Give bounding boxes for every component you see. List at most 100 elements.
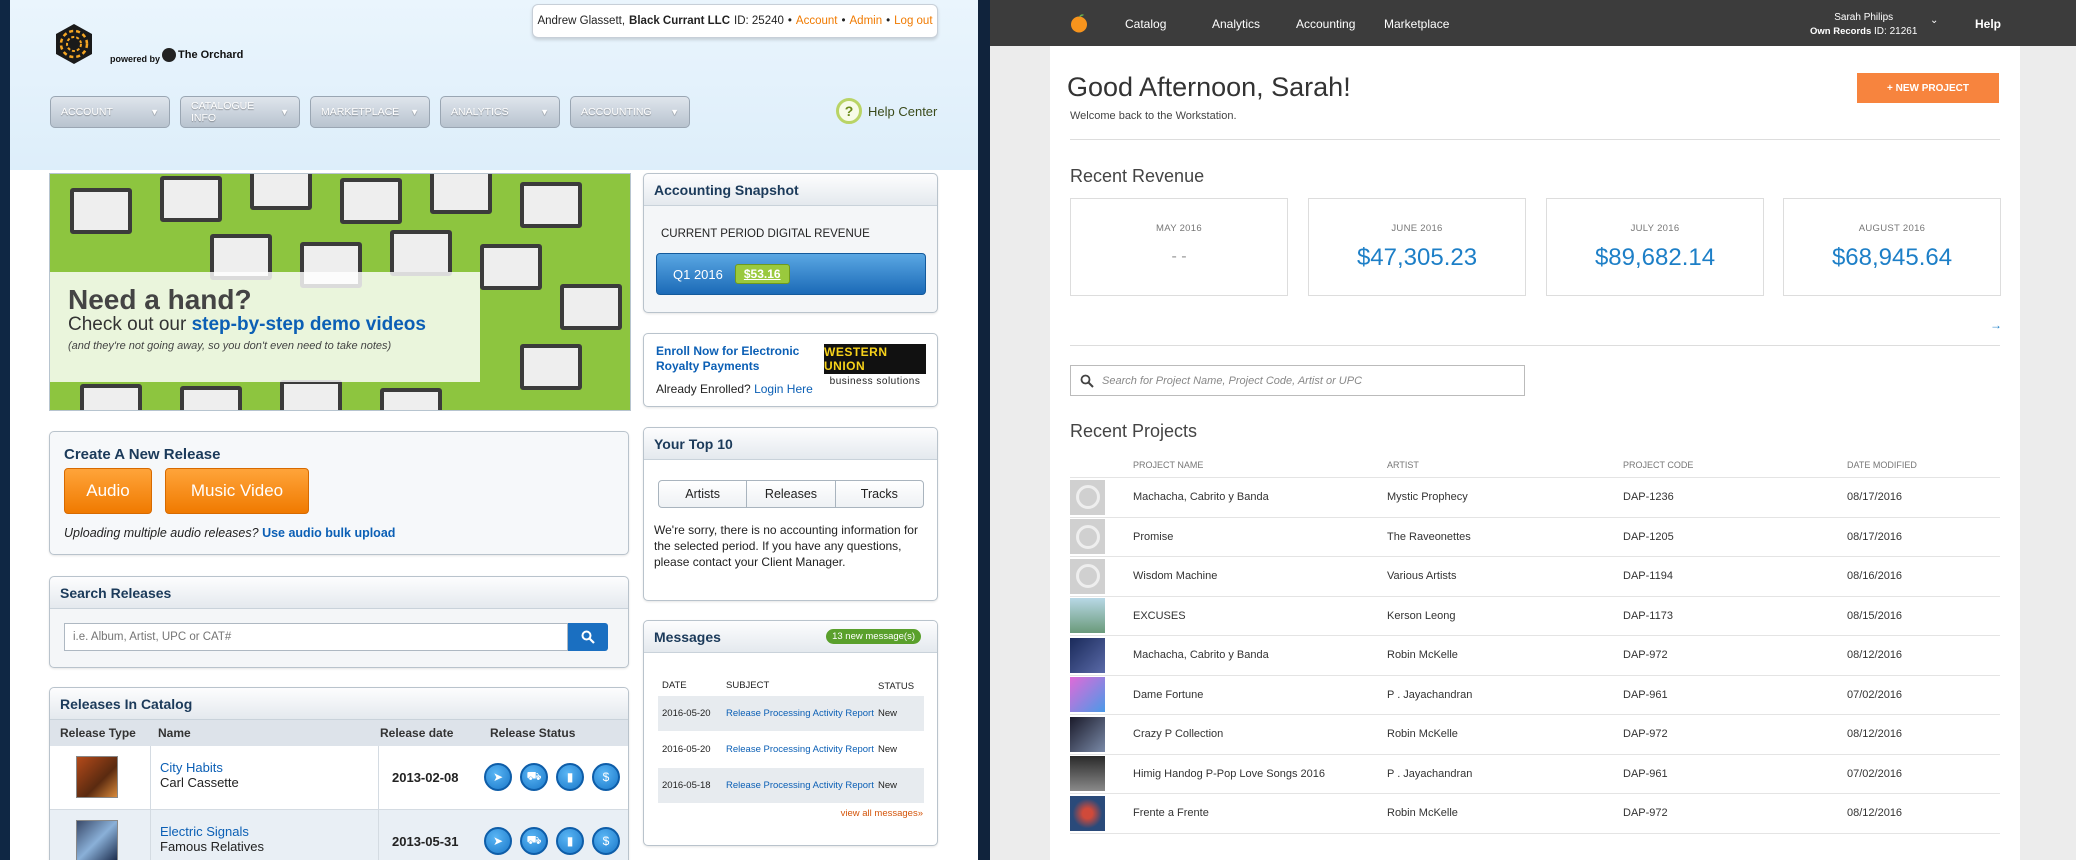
nav-analytics[interactable]: ANALYTICS ▼ — [440, 96, 560, 128]
nav-accounting[interactable]: ACCOUNTING ▼ — [570, 96, 690, 128]
account-name: Sarah Philips — [1834, 12, 1894, 23]
projects-header: PROJECT NAME ARTIST PROJECT CODE DATE MO… — [1070, 452, 2000, 478]
view-all-messages-link[interactable]: view all messages» — [841, 808, 923, 819]
message-subject-link[interactable]: Release Processing Activity Report — [726, 708, 878, 720]
new-project-button[interactable]: + NEW PROJECT — [1857, 73, 1999, 103]
nav-analytics[interactable]: Analytics — [1212, 17, 1260, 31]
col-date-modified[interactable]: DATE MODIFIED — [1847, 460, 1997, 470]
admin-link[interactable]: Admin — [850, 15, 883, 27]
delivery-icon[interactable]: ➤ — [484, 763, 512, 791]
table-row[interactable]: Promise The Raveonettes DAP-1205 08/17/2016 — [1070, 518, 2000, 557]
delivery-icon[interactable]: ➤ — [484, 827, 512, 855]
revenue-value: - - — [1171, 248, 1187, 265]
revenue-icon[interactable]: $ — [592, 763, 620, 791]
revenue-card[interactable]: MAY 2016 - - — [1070, 198, 1288, 296]
music-video-button[interactable]: Music Video — [165, 468, 309, 514]
message-row[interactable]: 2016-05-18 Release Processing Activity R… — [658, 767, 924, 803]
nav-account[interactable]: ACCOUNT ▼ — [50, 96, 170, 128]
release-title-link[interactable]: City Habits — [160, 760, 223, 775]
help-center-link[interactable]: ? Help Center — [836, 98, 937, 124]
login-here-link[interactable]: Login Here — [754, 382, 813, 396]
project-date: 08/15/2016 — [1847, 609, 1903, 622]
message-subject-link[interactable]: Release Processing Activity Report — [726, 744, 878, 756]
project-search-input[interactable]: Search for Project Name, Project Code, A… — [1070, 365, 1525, 396]
demo-videos-banner[interactable]: Need a hand? Check out our step-by-step … — [49, 173, 631, 411]
window-graphic — [380, 388, 442, 410]
tab-artists[interactable]: Artists — [659, 481, 748, 507]
analytics-icon[interactable]: ▮ — [556, 763, 584, 791]
revenue-card[interactable]: JUNE 2016 $47,305.23 — [1308, 198, 1526, 296]
nav-accounting[interactable]: Accounting — [1296, 17, 1355, 31]
table-row[interactable]: Machacha, Cabrito y Banda Robin McKelle DA… — [1070, 636, 2000, 676]
message-row[interactable]: 2016-05-20 Release Processing Activity R… — [658, 695, 924, 731]
truck-icon[interactable]: ⛟ — [520, 827, 548, 855]
enroll-link[interactable]: Enroll Now for Electronic Royalty Paymen… — [656, 344, 816, 374]
user-name: Andrew Glassett, — [537, 15, 626, 27]
message-status: New — [878, 708, 898, 719]
revenue-card[interactable]: AUGUST 2016 $68,945.64 — [1783, 198, 2001, 296]
orange-logo-icon[interactable] — [1070, 13, 1088, 33]
table-row[interactable]: EXCUSES Kerson Leong DAP-1173 08/15/2016 — [1070, 597, 2000, 636]
table-row[interactable]: Electric Signals Famous Relatives 2013-0… — [50, 810, 628, 860]
nav-label: CATALOGUE INFO — [191, 100, 255, 124]
col-date: DATE — [662, 680, 687, 691]
table-row[interactable]: Crazy P Collection Robin McKelle DAP-972 08… — [1070, 715, 2000, 755]
top10-panel: Your Top 10 Artists Releases Tracks We'r… — [643, 427, 938, 601]
nav-catalogue-info[interactable]: CATALOGUE INFO ▼ — [180, 96, 300, 128]
cell-divider — [150, 746, 151, 810]
cell-divider — [378, 746, 379, 810]
window-graphic — [520, 182, 582, 228]
project-artwork — [1070, 479, 1105, 515]
revenue-amount[interactable]: $53.16 — [734, 264, 790, 284]
revenue-bar[interactable]: Q1 2016 $53.16 — [656, 253, 926, 295]
release-search-button[interactable] — [568, 623, 608, 651]
nav-marketplace[interactable]: Marketplace — [1384, 17, 1449, 31]
arrow-right-icon[interactable]: → — [1990, 318, 2002, 332]
account-switcher[interactable]: Sarah Philips Own Records ID: 21261 — [1810, 11, 1917, 39]
analytics-icon[interactable]: ▮ — [556, 827, 584, 855]
nav-catalog[interactable]: Catalog — [1125, 17, 1166, 31]
revenue-card[interactable]: JULY 2016 $89,682.14 — [1546, 198, 1764, 296]
project-code: DAP-1173 — [1623, 609, 1673, 622]
project-artwork — [1070, 558, 1105, 594]
message-date: 2016-05-20 — [662, 743, 711, 755]
divider — [1070, 345, 2000, 346]
banner-heading: Need a hand? — [68, 284, 252, 315]
col-artist[interactable]: ARTIST — [1387, 460, 1623, 470]
account-link[interactable]: Account — [796, 15, 838, 27]
bulk-upload-link[interactable]: Use audio bulk upload — [262, 526, 395, 540]
message-subject-link[interactable]: Release Processing Activity Report — [726, 780, 878, 792]
table-row[interactable]: Wisdom Machine Various Artists DAP-1194 08/… — [1070, 557, 2000, 597]
table-row[interactable]: Dame Fortune P . Jayachandran DAP-961 07/02… — [1070, 676, 2000, 715]
project-artwork — [1070, 716, 1105, 752]
col-project-code[interactable]: PROJECT CODE — [1623, 460, 1847, 470]
demo-videos-link[interactable]: step-by-step demo videos — [192, 314, 426, 335]
col-project-name[interactable]: PROJECT NAME — [1133, 460, 1387, 470]
tab-tracks[interactable]: Tracks — [836, 481, 923, 507]
help-link[interactable]: Help — [1975, 17, 2001, 31]
message-date: 2016-05-20 — [662, 707, 711, 719]
table-row[interactable]: City Habits Carl Cassette 2013-02-08 ➤ ⛟… — [50, 746, 628, 810]
window-graphic — [520, 344, 582, 390]
table-row[interactable]: Frente a Frente Robin McKelle DAP-972 08/12… — [1070, 794, 2000, 834]
release-title-link[interactable]: Electric Signals — [160, 824, 249, 839]
project-name: EXCUSES — [1133, 609, 1186, 622]
messages-table: DATE SUBJECT STATUS 2016-05-20 Release P… — [658, 677, 924, 803]
chevron-down-icon[interactable]: ⌄ — [1930, 15, 1938, 26]
snapshot-title: Accounting Snapshot — [644, 174, 937, 206]
audio-button[interactable]: Audio — [64, 468, 152, 514]
tab-releases[interactable]: Releases — [747, 481, 836, 507]
table-row[interactable]: Himig Handog P-Pop Love Songs 2016 P . Ja… — [1070, 755, 2000, 794]
nav-label: ACCOUNT — [61, 106, 113, 118]
revenue-period: Q1 2016 — [673, 266, 723, 282]
table-row[interactable]: Machacha, Cabrito y Banda Mystic Prophecy… — [1070, 478, 2000, 518]
help-center-label: Help Center — [868, 103, 938, 119]
nav-marketplace[interactable]: MARKETPLACE ▼ — [310, 96, 430, 128]
logout-link[interactable]: Log out — [894, 15, 932, 27]
message-row[interactable]: 2016-05-20 Release Processing Activity R… — [658, 731, 924, 767]
truck-icon[interactable]: ⛟ — [520, 763, 548, 791]
revenue-icon[interactable]: $ — [592, 827, 620, 855]
release-search-input[interactable] — [64, 623, 568, 651]
orchard-apple-icon — [162, 48, 176, 62]
help-icon: ? — [836, 98, 862, 124]
